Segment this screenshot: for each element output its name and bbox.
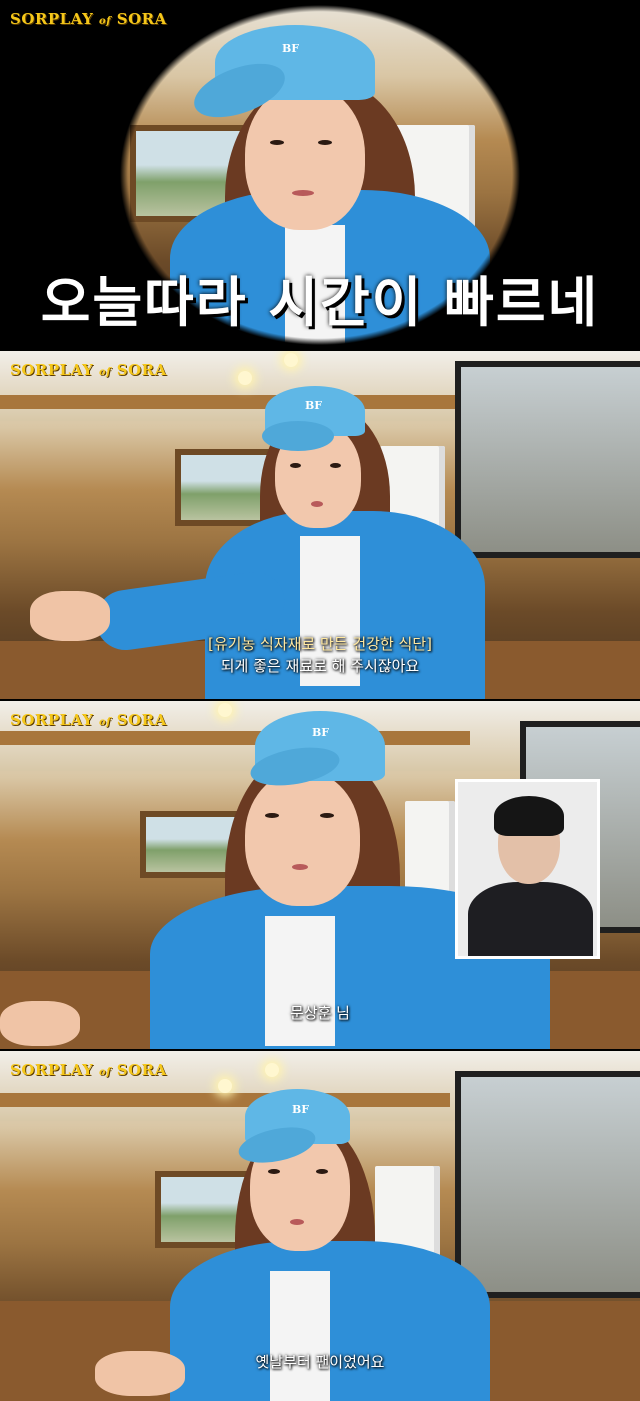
face bbox=[245, 771, 360, 906]
ceiling-lamp bbox=[218, 1079, 232, 1093]
ceiling-beam bbox=[0, 1093, 450, 1107]
logo-main: SORPLAY bbox=[10, 1061, 94, 1079]
portrait-body bbox=[468, 882, 593, 956]
logo-end: SORA bbox=[116, 361, 167, 379]
logo-main: SORPLAY bbox=[10, 10, 94, 28]
channel-logo: SORPLAY of SORA bbox=[10, 711, 167, 729]
cap-logo: BF bbox=[292, 1103, 310, 1116]
channel-logo: SORPLAY of SORA bbox=[10, 10, 167, 28]
video-frame-2: BF SORPLAY of SORA [유기농 식자재로 만든 건강한 식단] … bbox=[0, 351, 640, 699]
left-eye bbox=[290, 463, 301, 468]
ceiling-lamp bbox=[265, 1063, 279, 1077]
right-eye bbox=[330, 463, 341, 468]
video-frame-1: BF SORPLAY of SORA 오늘따라 시간이 빠르네 bbox=[0, 0, 640, 349]
ceiling-lamp bbox=[238, 371, 252, 385]
blue-cardigan bbox=[170, 1241, 490, 1401]
logo-end: SORA bbox=[116, 10, 167, 28]
ceiling-lamp bbox=[218, 703, 232, 717]
subtitle-caption: 되게 좋은 재료로 해 주시잖아요 bbox=[220, 657, 420, 675]
window bbox=[455, 361, 640, 558]
mouth bbox=[292, 864, 308, 870]
logo-main: SORPLAY bbox=[10, 361, 94, 379]
ceiling-lamp bbox=[284, 353, 298, 367]
video-frame-3: BF SORPLAY of SORA 문상훈 님 bbox=[0, 701, 640, 1049]
mouth bbox=[311, 501, 323, 507]
cap-logo: BF bbox=[312, 726, 330, 739]
ceiling-beam bbox=[0, 395, 460, 409]
window bbox=[455, 1071, 640, 1298]
channel-logo: SORPLAY of SORA bbox=[10, 1061, 167, 1079]
ceiling-beam bbox=[0, 731, 470, 745]
right-eye bbox=[316, 1169, 328, 1174]
subtitle-caption: 옛날부터 팬이었어요 bbox=[255, 1353, 385, 1371]
logo-of: of bbox=[99, 1067, 112, 1078]
big-caption: 오늘따라 시간이 빠르네 bbox=[40, 271, 600, 334]
logo-end: SORA bbox=[116, 711, 167, 729]
video-frame-4: BF SORPLAY of SORA 옛날부터 팬이었어요 bbox=[0, 1051, 640, 1401]
subtitle-caption: 문상훈 님 bbox=[290, 1004, 350, 1022]
mouth bbox=[290, 1219, 304, 1225]
logo-of: of bbox=[99, 367, 112, 378]
left-eye bbox=[265, 813, 279, 818]
logo-end: SORA bbox=[116, 1061, 167, 1079]
channel-logo: SORPLAY of SORA bbox=[10, 361, 167, 379]
right-eye bbox=[320, 813, 334, 818]
portrait-hair bbox=[494, 796, 564, 836]
logo-main: SORPLAY bbox=[10, 711, 94, 729]
cap-brim bbox=[262, 421, 334, 451]
logo-of: of bbox=[99, 717, 112, 728]
topic-caption: [유기농 식자재로 만든 건강한 식단] bbox=[208, 635, 432, 653]
left-eye bbox=[268, 1169, 280, 1174]
inset-portrait-photo bbox=[455, 779, 600, 959]
white-shirt bbox=[265, 916, 335, 1046]
white-shirt bbox=[270, 1271, 330, 1401]
cap-logo: BF bbox=[305, 399, 323, 412]
logo-of: of bbox=[99, 16, 112, 27]
